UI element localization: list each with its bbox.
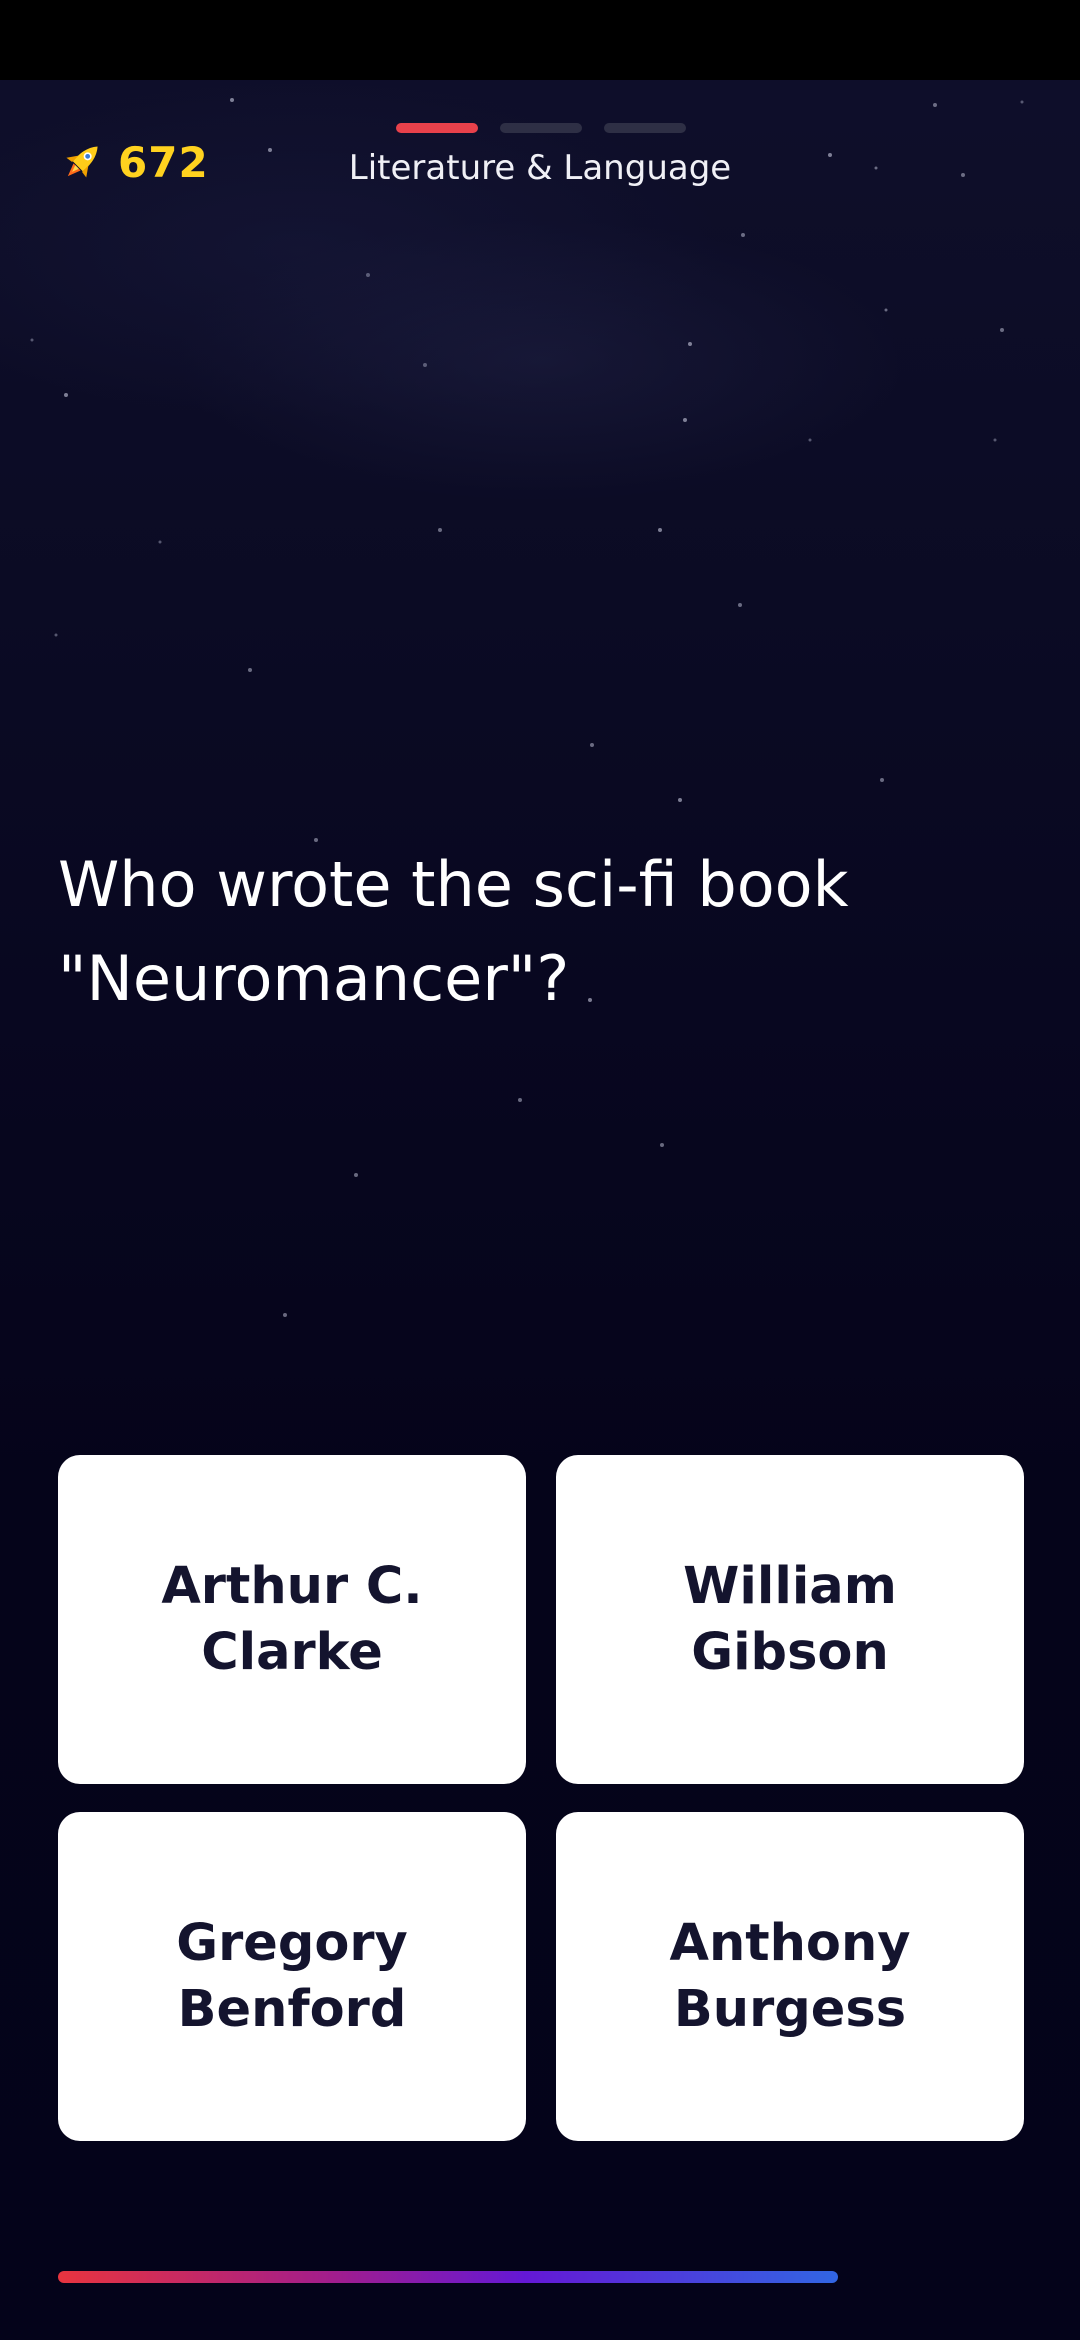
question-progress <box>396 123 686 135</box>
timer-bar <box>58 2271 838 2283</box>
answer-option-4[interactable]: Anthony Burgess <box>556 1812 1024 2141</box>
answer-label: Anthony Burgess <box>669 1913 911 2039</box>
answer-option-1[interactable]: Arthur C. Clarke <box>58 1455 526 1784</box>
question-text: Who wrote the sci-fi book "Neuromancer"? <box>58 848 849 1015</box>
score-display: 672 <box>56 132 209 192</box>
status-bar <box>0 0 1080 80</box>
answer-grid: Arthur C. Clarke William Gibson Gregory … <box>58 1455 1024 2141</box>
progress-segment-3 <box>604 123 686 133</box>
answer-label: Gregory Benford <box>176 1913 408 2039</box>
answer-label: Arthur C. Clarke <box>161 1556 423 1682</box>
progress-segment-1 <box>396 123 478 133</box>
answer-label: William Gibson <box>683 1556 897 1682</box>
answer-option-2[interactable]: William Gibson <box>556 1455 1024 1784</box>
progress-segment-2 <box>500 123 582 133</box>
starfield-background <box>30 98 1024 1317</box>
quiz-screen: 672 Literature & Language Who wrote the … <box>0 0 1080 2340</box>
answer-option-3[interactable]: Gregory Benford <box>58 1812 526 2141</box>
score-value: 672 <box>118 137 209 187</box>
timer-track <box>58 2271 838 2283</box>
category-label: Literature & Language <box>348 148 732 188</box>
rocket-icon <box>66 146 98 178</box>
